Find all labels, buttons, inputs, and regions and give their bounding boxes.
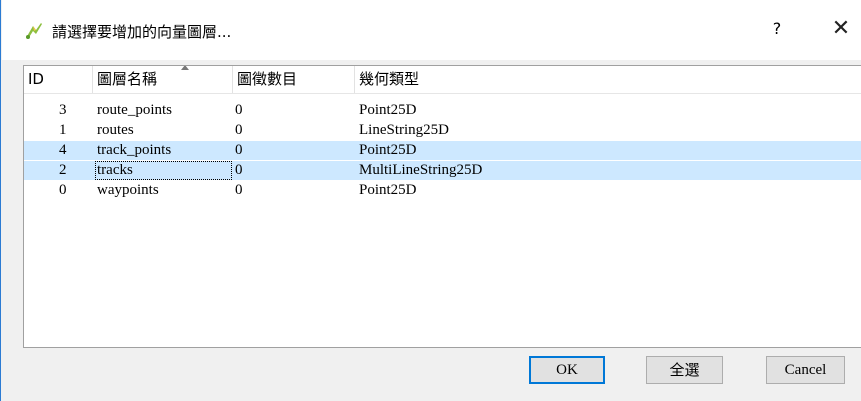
header-divider (24, 93, 861, 94)
header-layer-name[interactable]: 圖層名稱 (93, 66, 233, 93)
layer-list[interactable]: ID 圖層名稱 圖徵數目 幾何類型 3 route_points 0 Point… (23, 65, 861, 348)
title-bar: 請選擇要增加的向量圖層... ? ✕ (2, 0, 861, 60)
cell-feature-count: 0 (235, 162, 243, 178)
sort-ascending-icon (181, 66, 189, 70)
cell-id: 2 (59, 162, 67, 178)
dialog-title: 請選擇要增加的向量圖層... (52, 23, 232, 41)
cell-feature-count: 0 (235, 142, 243, 158)
cell-id: 1 (59, 122, 67, 138)
cell-geometry-type: Point25D (359, 182, 417, 198)
ok-button[interactable]: OK (529, 356, 605, 384)
header-id[interactable]: ID (24, 66, 93, 93)
cell-id: 4 (59, 142, 67, 158)
cell-feature-count: 0 (235, 122, 243, 138)
table-row[interactable]: 1 routes 0 LineString25D (24, 121, 861, 140)
cell-geometry-type: Point25D (359, 142, 417, 158)
cell-layer-name: waypoints (97, 182, 159, 198)
cell-feature-count: 0 (235, 102, 243, 118)
cell-id: 0 (59, 182, 67, 198)
cancel-button[interactable]: Cancel (766, 356, 845, 384)
cell-id: 3 (59, 102, 67, 118)
close-button[interactable]: ✕ (826, 14, 856, 44)
qgis-icon (26, 23, 42, 39)
table-row[interactable]: 2 tracks 0 MultiLineString25D (24, 161, 861, 180)
help-button[interactable]: ? (762, 14, 792, 44)
cell-layer-name: routes (97, 122, 134, 138)
cell-geometry-type: MultiLineString25D (359, 162, 483, 178)
cell-feature-count: 0 (235, 182, 243, 198)
header-feature-count[interactable]: 圖徵數目 (233, 66, 355, 93)
cell-geometry-type: Point25D (359, 102, 417, 118)
table-row[interactable]: 0 waypoints 0 Point25D (24, 181, 861, 200)
add-vector-layer-dialog: 請選擇要增加的向量圖層... ? ✕ ID 圖層名稱 圖徵數目 幾何類型 3 r… (0, 0, 861, 401)
table-row[interactable]: 3 route_points 0 Point25D (24, 101, 861, 120)
select-all-button[interactable]: 全選 (646, 356, 723, 384)
cell-layer-name: route_points (97, 102, 172, 118)
table-row[interactable]: 4 track_points 0 Point25D (24, 141, 861, 160)
cell-layer-name: tracks (97, 162, 133, 178)
header-geometry-type[interactable]: 幾何類型 (355, 66, 861, 93)
cell-layer-name: track_points (97, 142, 172, 158)
cell-geometry-type: LineString25D (359, 122, 449, 138)
table-header: ID 圖層名稱 圖徵數目 幾何類型 (24, 66, 861, 94)
